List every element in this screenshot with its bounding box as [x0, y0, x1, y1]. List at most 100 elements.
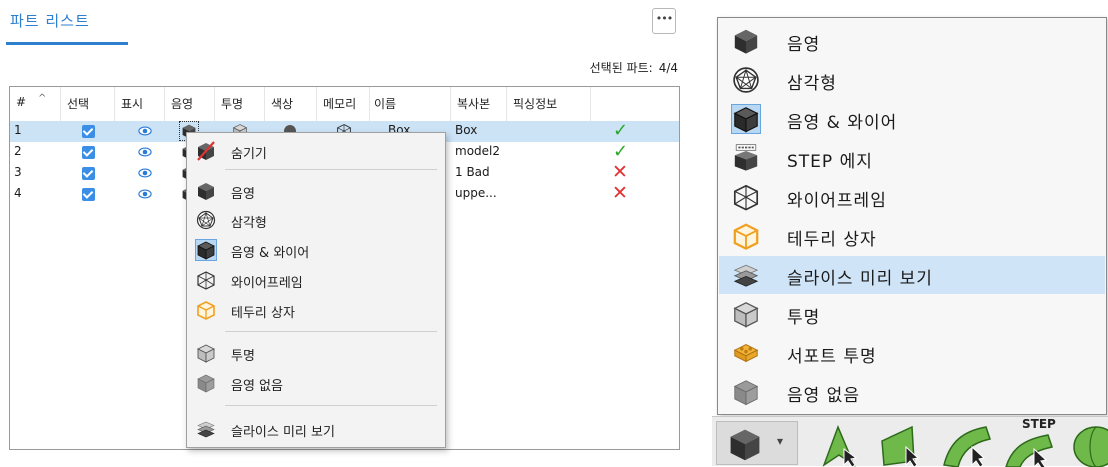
menu-item-wireframe[interactable]: 와이어프레임: [187, 266, 445, 294]
transparent-cube-icon: [732, 300, 760, 328]
menu-item-step-edge[interactable]: STEP 에지: [719, 139, 1105, 177]
part-copy: Box: [455, 123, 478, 137]
menu-item-triangle[interactable]: 삼각형: [187, 206, 445, 234]
column-header-select[interactable]: 선택: [67, 95, 89, 112]
menu-item-transparent[interactable]: 투명: [719, 295, 1105, 333]
column-header-name[interactable]: 이름: [374, 95, 396, 112]
transparent-cube-icon: [196, 343, 216, 363]
menu-item-slice-preview[interactable]: 슬라이스 미리 보기: [187, 415, 445, 443]
part-copy: 1 Bad: [455, 165, 490, 179]
no-shade-cube-icon: [196, 373, 216, 393]
menu-item-support-transparent[interactable]: 서포트 투명: [719, 334, 1105, 372]
menu-item-slice-preview[interactable]: 슬라이스 미리 보기: [719, 256, 1105, 294]
menu-item-label: 음영 & 와이어: [787, 113, 898, 133]
row-number: 3: [14, 165, 22, 179]
menu-separator: [225, 405, 437, 406]
status-error-x-icon: ✕: [612, 182, 628, 204]
menu-item-shaded-wire[interactable]: 음영 & 와이어: [187, 236, 445, 264]
menu-item-label: 슬라이스 미리 보기: [231, 425, 335, 440]
no-shade-cube-icon: [732, 378, 760, 406]
selected-parts-label: 선택된 파트:: [589, 61, 653, 75]
column-header-memo[interactable]: 메모리: [323, 95, 356, 112]
visibility-eye-icon[interactable]: [138, 166, 152, 180]
menu-item-shaded[interactable]: 음영: [719, 22, 1105, 60]
menu-item-no-shade[interactable]: 음영 없음: [187, 369, 445, 397]
menu-separator: [225, 169, 437, 170]
status-error-x-icon: ✕: [612, 161, 628, 183]
triangle-mesh-icon: [196, 210, 216, 230]
row-number: 4: [14, 186, 22, 200]
menu-item-transparent[interactable]: 투명: [187, 339, 445, 367]
column-header-number[interactable]: #: [16, 95, 26, 109]
select-checkbox[interactable]: [82, 188, 95, 201]
render-mode-dropdown-button[interactable]: ▾: [716, 421, 798, 465]
visibility-eye-icon[interactable]: [138, 124, 152, 138]
menu-item-label: 삼각형: [787, 74, 837, 94]
tab-part-list[interactable]: 파트 리스트: [10, 10, 90, 31]
wireframe-cube-icon: [196, 270, 216, 290]
menu-item-label: 서포트 투명: [787, 347, 877, 367]
column-header-shading[interactable]: 음영: [171, 95, 193, 112]
select-checkbox[interactable]: [82, 167, 95, 180]
select-checkbox[interactable]: [82, 146, 95, 159]
menu-item-label: 투명: [231, 349, 255, 364]
wireframe-cube-icon: [732, 183, 760, 211]
table-header: # ^ 선택 표시 음영 투명 색상 메모리 이름 복사본 픽싱정보: [10, 87, 679, 121]
selected-parts-indicator: 선택된 파트: 4/4: [590, 59, 678, 76]
menu-item-label: 테두리 상자: [231, 306, 295, 321]
column-divider: [264, 87, 265, 121]
menu-item-label: 음영 없음: [231, 379, 283, 394]
select-shell-tool-icon[interactable]: [1062, 421, 1108, 467]
column-divider: [114, 87, 115, 121]
bounding-box-icon: [732, 222, 760, 250]
menu-item-label: 음영 & 와이어: [231, 246, 310, 261]
menu-item-bounding-box[interactable]: 테두리 상자: [719, 217, 1105, 255]
select-surface-tool-icon[interactable]: [940, 421, 996, 467]
column-header-fixing-info[interactable]: 픽싱정보: [513, 95, 557, 112]
shading-context-menu: 숨기기 음영 삼각형 음영 & 와이어 와이어프레임 테두리 상자 투명 음영 …: [186, 132, 446, 448]
menu-item-label: 와이어프레임: [787, 191, 887, 211]
menu-item-shaded-wire[interactable]: 음영 & 와이어: [719, 100, 1105, 138]
selected-parts-value: 4/4: [658, 61, 678, 75]
menu-item-no-shade[interactable]: 음영 없음: [719, 373, 1105, 411]
shaded-wire-cube-icon: [195, 239, 217, 261]
hide-icon: [196, 141, 216, 161]
column-divider: [164, 87, 165, 121]
row-number: 1: [14, 123, 22, 137]
column-header-color[interactable]: 색상: [271, 95, 293, 112]
column-header-copy[interactable]: 복사본: [457, 95, 490, 112]
select-face-tool-icon[interactable]: [876, 421, 932, 467]
tab-active-underline: [6, 42, 128, 45]
menu-item-label: STEP 에지: [787, 152, 873, 172]
bottom-toolbar: ▾ STEP: [712, 416, 1108, 467]
menu-item-label: 와이어프레임: [231, 276, 303, 291]
visibility-eye-icon[interactable]: [138, 145, 152, 159]
sort-ascending-icon[interactable]: ^: [38, 93, 46, 104]
select-arrow-tool-icon[interactable]: [814, 421, 870, 467]
column-divider: [590, 87, 591, 121]
menu-item-triangle[interactable]: 삼각형: [719, 61, 1105, 99]
menu-item-label: 투명: [787, 308, 821, 328]
support-transparent-icon: [732, 339, 760, 367]
column-divider: [316, 87, 317, 121]
part-copy: uppe...: [455, 186, 497, 200]
column-header-display[interactable]: 표시: [121, 95, 143, 112]
shaded-wire-cube-icon: [731, 104, 761, 134]
status-ok-check-icon: ✓: [613, 141, 629, 162]
select-checkbox[interactable]: [82, 125, 95, 138]
column-header-transparent[interactable]: 투명: [221, 95, 243, 112]
select-step-tool-icon[interactable]: [1002, 421, 1058, 467]
menu-item-bounding-box[interactable]: 테두리 상자: [187, 296, 445, 324]
menu-item-shaded[interactable]: 음영: [187, 177, 445, 205]
chevron-down-icon: ▾: [777, 434, 784, 448]
menu-item-label: 음영: [231, 187, 255, 202]
menu-item-wireframe[interactable]: 와이어프레임: [719, 178, 1105, 216]
visibility-eye-icon[interactable]: [138, 187, 152, 201]
slice-preview-icon: [196, 419, 216, 439]
menu-separator: [225, 331, 437, 332]
menu-item-hide[interactable]: 숨기기: [187, 137, 445, 165]
more-options-button[interactable]: •••: [652, 8, 676, 34]
status-ok-check-icon: ✓: [613, 120, 629, 141]
column-divider: [214, 87, 215, 121]
menu-item-label: 슬라이스 미리 보기: [787, 269, 933, 289]
